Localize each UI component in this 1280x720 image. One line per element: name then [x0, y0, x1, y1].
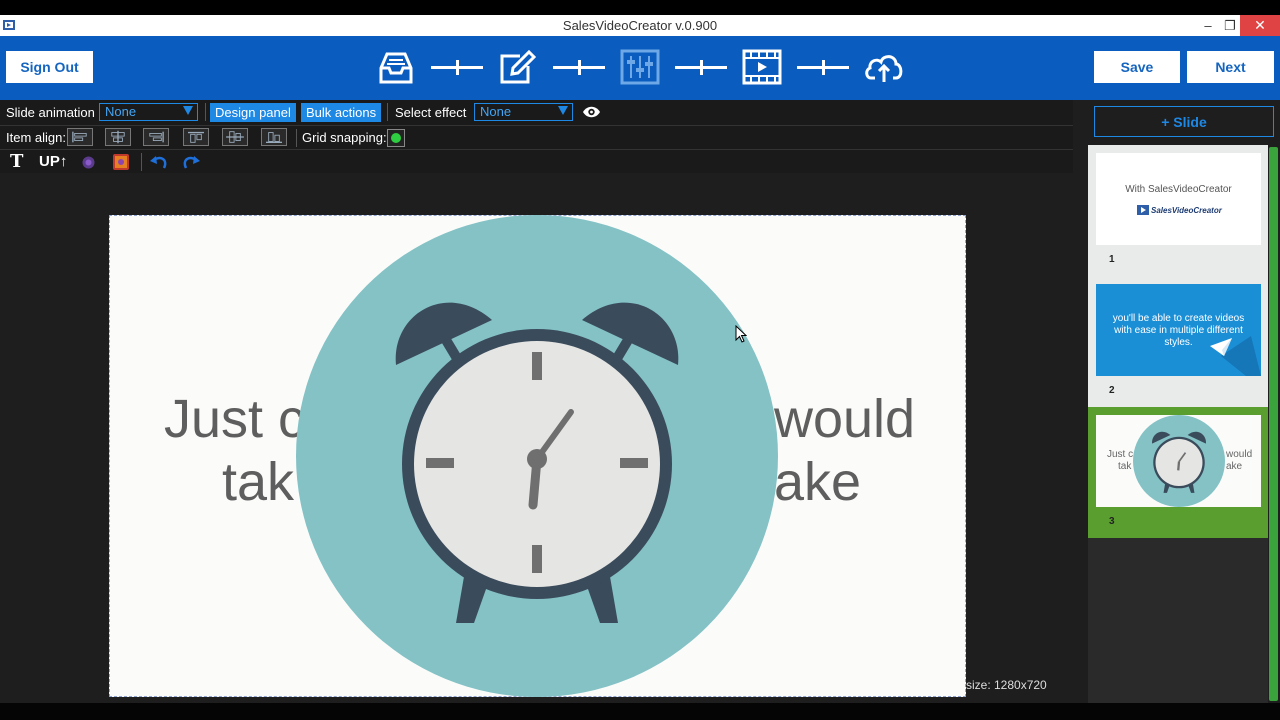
slide-text-line2-left[interactable]: tak — [222, 451, 294, 513]
slide-preview-text: you'll be able to create videos with eas… — [1112, 313, 1245, 348]
step-connector — [553, 60, 605, 75]
grid-snapping-label: Grid snapping: — [302, 130, 387, 145]
bulk-actions-button[interactable]: Bulk actions — [301, 103, 382, 122]
sign-out-button[interactable]: Sign Out — [6, 51, 93, 83]
save-button[interactable]: Save — [1094, 51, 1180, 83]
align-top-icon[interactable] — [183, 128, 209, 146]
slide-animation-select[interactable]: None — [99, 103, 198, 121]
select-effect-label: Select effect — [395, 105, 467, 120]
slide-text-line1-right[interactable]: would — [774, 388, 915, 450]
select-effect-value: None — [480, 104, 512, 119]
brand-logo-text: SalesVideoCreator — [1151, 205, 1222, 215]
grid-snapping-toggle[interactable] — [387, 129, 405, 147]
divider — [141, 153, 142, 171]
slide-preview: Just c tak would ake — [1096, 415, 1261, 507]
edit-pencil-icon[interactable] — [496, 48, 538, 86]
undo-icon[interactable] — [149, 153, 169, 171]
app-window: SalesVideoCreator v.0.900 – ❐ ✕ Sign Out — [0, 0, 1280, 720]
next-button[interactable]: Next — [1187, 51, 1274, 83]
design-toolbar-row-1: Slide animation None Design panel Bulk a… — [0, 100, 1073, 125]
upload-tool[interactable]: UP↑ — [39, 153, 67, 170]
toggle-on-indicator — [391, 133, 401, 143]
slide-thumbnail-3[interactable]: Just c tak would ake 3 — [1088, 407, 1268, 538]
step-connector — [675, 60, 727, 75]
divider — [296, 129, 297, 147]
slide-animation-label: Slide animation — [6, 105, 95, 120]
step-connector — [431, 60, 483, 75]
align-right-icon[interactable] — [143, 128, 169, 146]
slide-text-line2-right[interactable]: ake — [774, 451, 861, 513]
slide-preview-text: tak — [1118, 461, 1132, 472]
add-slide-button[interactable]: + Slide — [1094, 106, 1274, 137]
app-logo-icon — [1137, 205, 1149, 215]
close-button[interactable]: ✕ — [1240, 15, 1280, 36]
slide-preview-text: would — [1226, 449, 1253, 460]
align-left-icon[interactable] — [67, 128, 93, 146]
title-bar: SalesVideoCreator v.0.900 – ❐ ✕ — [0, 15, 1280, 36]
image-library-icon[interactable] — [112, 153, 130, 171]
brand-logo: SalesVideoCreator — [1137, 204, 1222, 216]
align-center-icon[interactable] — [105, 128, 131, 146]
slide-thumbnail-2[interactable]: you'll be able to create videos with eas… — [1088, 276, 1268, 407]
sliders-panel-icon[interactable] — [619, 48, 661, 86]
design-toolbar-row-2: Item align: Grid snapping: — [0, 125, 1073, 149]
slide-number: 1 — [1109, 254, 1115, 265]
slide-number: 2 — [1109, 385, 1115, 396]
alarm-clock-icon — [1133, 415, 1225, 507]
slide-preview-text: Just c — [1107, 449, 1134, 460]
alarm-clock-icon[interactable] — [296, 215, 778, 697]
scrollbar-thumb[interactable] — [1269, 147, 1278, 701]
redo-icon[interactable] — [181, 153, 201, 171]
chevron-down-icon — [183, 106, 193, 115]
add-text-tool[interactable]: T — [10, 151, 23, 172]
slides-scrollbar[interactable] — [1268, 145, 1280, 703]
design-toolbar-row-3: T UP↑ — [0, 149, 1073, 173]
align-middle-icon[interactable] — [222, 128, 248, 146]
divider — [205, 103, 206, 121]
slide-thumbnail-1[interactable]: With SalesVideoCreator SalesVideoCreator… — [1088, 145, 1268, 276]
slide-animation-value: None — [105, 104, 137, 119]
mouse-cursor-icon — [735, 325, 747, 343]
top-strip — [0, 0, 1280, 15]
design-panel-button[interactable]: Design panel — [210, 103, 296, 122]
slide-number: 3 — [1109, 516, 1115, 527]
slide-preview: you'll be able to create videos with eas… — [1096, 284, 1261, 376]
cloud-upload-icon[interactable] — [863, 48, 905, 86]
select-effect-select[interactable]: None — [474, 103, 573, 121]
align-bottom-icon[interactable] — [261, 128, 287, 146]
inbox-tray-icon[interactable] — [375, 48, 417, 86]
canvas-size-label: size: 1280x720 — [966, 678, 1047, 692]
main-toolbar: Sign Out Save Next — [0, 36, 1280, 100]
slide-text-line1-left[interactable]: Just c — [164, 388, 305, 450]
step-connector — [797, 60, 849, 75]
divider — [387, 103, 388, 121]
slide-preview: With SalesVideoCreator SalesVideoCreator — [1096, 153, 1261, 245]
video-film-icon[interactable] — [741, 48, 783, 86]
chevron-down-icon — [558, 106, 568, 115]
eye-preview-icon[interactable] — [582, 105, 601, 119]
window-title: SalesVideoCreator v.0.900 — [562, 18, 718, 33]
shapes-icon[interactable] — [81, 155, 96, 170]
slide-preview-text: ake — [1226, 461, 1243, 472]
bottom-strip — [0, 703, 1280, 720]
slide-preview-text: With SalesVideoCreator — [1125, 184, 1232, 195]
item-align-label: Item align: — [6, 130, 66, 145]
